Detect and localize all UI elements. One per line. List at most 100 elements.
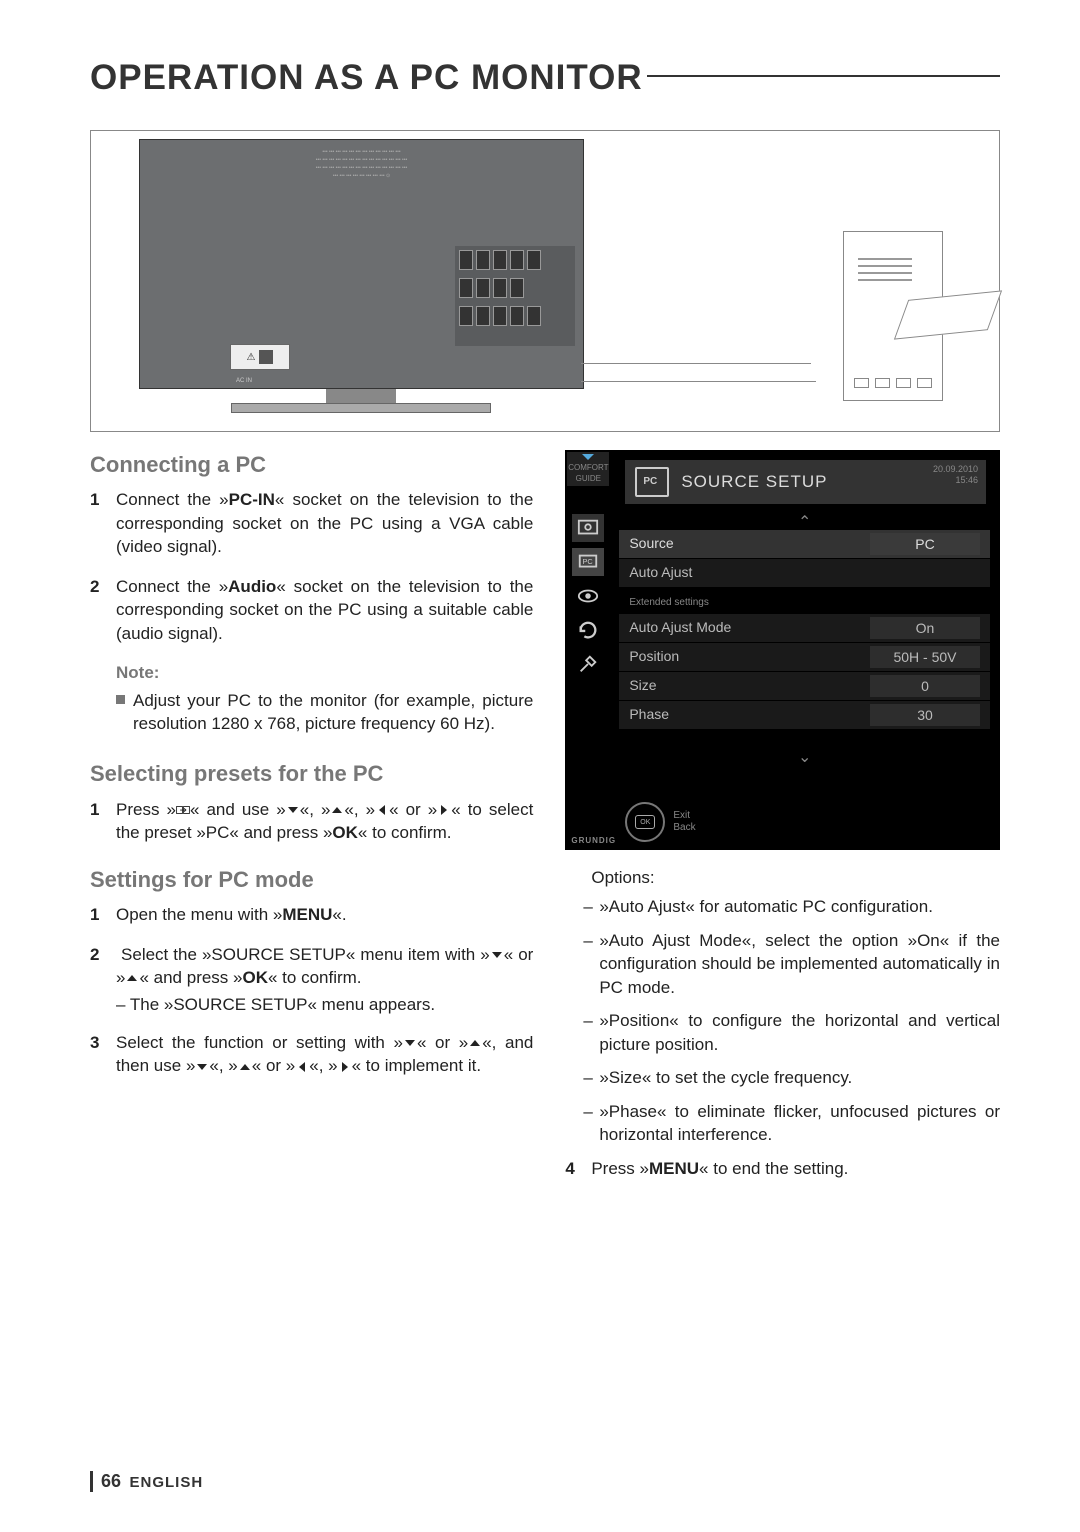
osd-label: Phase <box>629 705 870 724</box>
ac-in-panel: ⚠ <box>230 344 290 370</box>
page-title-row: OPERATION AS A PC MONITOR <box>90 58 1000 98</box>
osd-value: 0 <box>870 675 980 697</box>
text: « and use » <box>190 800 286 819</box>
step-number: 1 <box>90 488 116 558</box>
osd-menu-body: ⌃ Source PC Auto Ajust Extended settings… <box>619 512 990 765</box>
heading-settings: Settings for PC mode <box>90 865 533 895</box>
text: Adjust your PC to the monitor (for examp… <box>133 689 533 736</box>
connecting-step-1: 1 Connect the »PC-IN« socket on the tele… <box>90 488 533 558</box>
text: »Phase« to eliminate flicker, unfocused … <box>599 1100 1000 1147</box>
osd-side-icons: PC <box>569 508 607 684</box>
text: Select the function or setting with » <box>116 1033 403 1052</box>
tv-stand-neck <box>326 389 396 403</box>
osd-screenshot: COMFORT GUIDE SOURCE SETUP 20.09.2010 15… <box>565 450 1000 850</box>
osd-icon-eye <box>572 582 604 610</box>
down-arrow-icon <box>403 1037 417 1049</box>
page-language: ENGLISH <box>129 1474 203 1491</box>
down-arrow-icon <box>490 949 504 961</box>
osd-date: 20.09.2010 <box>933 464 978 474</box>
right-arrow-icon <box>338 1061 352 1073</box>
text: »Auto Ajust« for automatic PC configurat… <box>599 895 933 918</box>
text-bold: OK <box>242 968 268 987</box>
osd-label: Size <box>629 676 870 695</box>
step-number: 1 <box>90 798 116 845</box>
osd-icon-tools <box>572 650 604 678</box>
osd-datetime: 20.09.2010 15:46 <box>933 464 978 486</box>
osd-icon-refresh <box>572 616 604 644</box>
text: «, » <box>209 1056 237 1075</box>
text-bold: PC-IN <box>229 490 275 509</box>
step-number: 2 <box>90 943 116 990</box>
text: Select the »SOURCE SETUP« menu item with… <box>121 945 490 964</box>
chevron-down-icon: ⌄ <box>619 747 990 765</box>
settings-step-2-sub: – The »SOURCE SETUP« menu appears. <box>116 993 533 1016</box>
osd-title-row: SOURCE SETUP 20.09.2010 15:46 <box>625 460 986 504</box>
osd-row-position: Position 50H - 50V <box>619 643 990 671</box>
ok-label: OK <box>635 815 655 829</box>
step-number: 2 <box>90 575 116 645</box>
text: Press » <box>116 800 176 819</box>
tv-spec-text: ••• ••• ••• ••• ••• ••• ••• ••• ••• ••• … <box>140 140 583 180</box>
up-arrow-icon <box>330 804 344 816</box>
text-bold: Audio <box>228 577 276 596</box>
cable-line <box>581 363 811 364</box>
settings-step-3: 3 Select the function or setting with » «… <box>90 1031 533 1078</box>
osd-value: On <box>870 617 980 639</box>
osd-time: 15:46 <box>955 475 978 485</box>
tv-back-illustration: ••• ••• ••• ••• ••• ••• ••• ••• ••• ••• … <box>139 139 584 389</box>
settings-step-4: 4 Press »MENU« to end the setting. <box>565 1157 1000 1180</box>
page-number: 66 <box>101 1471 121 1491</box>
presets-step-1: 1 Press »« and use »«, »«, »« or »« to s… <box>90 798 533 845</box>
title-rule <box>647 75 1000 77</box>
ac-socket-icon <box>259 350 273 364</box>
options-heading: Options: <box>591 866 1000 889</box>
text-bold: MENU <box>282 905 332 924</box>
up-arrow-icon <box>468 1037 482 1049</box>
osd-value: 50H - 50V <box>870 646 980 668</box>
text: « or » <box>417 1033 468 1052</box>
tv-stand-base <box>231 403 491 413</box>
text: Press » <box>591 1159 649 1178</box>
warning-triangle-icon: ⚠ <box>247 352 256 363</box>
osd-row-size: Size 0 <box>619 672 990 700</box>
osd-row-source: Source PC <box>619 530 990 558</box>
svg-text:PC: PC <box>583 557 594 566</box>
osd-row-autoajust: Auto Ajust <box>619 559 990 587</box>
connection-diagram: ••• ••• ••• ••• ••• ••• ••• ••• ••• ••• … <box>90 130 1000 432</box>
source-button-icon <box>176 804 190 816</box>
text: « and press » <box>139 968 242 987</box>
step-number: 4 <box>565 1157 591 1180</box>
ac-in-label: AC IN <box>236 378 252 384</box>
osd-title: SOURCE SETUP <box>681 470 827 493</box>
text: « or » <box>252 1056 295 1075</box>
up-arrow-icon <box>238 1061 252 1073</box>
osd-label: Auto Ajust Mode <box>629 618 870 637</box>
option-item: –»Auto Ajust« for automatic PC configura… <box>565 895 1000 918</box>
note-heading: Note: <box>116 661 533 684</box>
chevron-up-icon: ⌃ <box>619 512 990 530</box>
text: Connect the » <box>116 490 229 509</box>
text: Back <box>673 822 695 833</box>
osd-row-phase: Phase 30 <box>619 701 990 729</box>
osd-icon-source <box>572 514 604 542</box>
ok-button-icon: OK <box>625 802 665 842</box>
settings-step-1: 1 Open the menu with »MENU«. <box>90 903 533 926</box>
left-arrow-icon <box>375 804 389 816</box>
left-arrow-icon <box>295 1061 309 1073</box>
square-bullet-icon <box>116 695 125 704</box>
osd-icon-pc: PC <box>572 548 604 576</box>
osd-row-aam: Auto Ajust Mode On <box>619 614 990 642</box>
right-arrow-icon <box>437 804 451 816</box>
tv-ports-panel <box>455 246 575 346</box>
step-number: 3 <box>90 1031 116 1078</box>
text: »Size« to set the cycle frequency. <box>599 1066 852 1089</box>
page-footer: 66 ENGLISH <box>90 1471 203 1492</box>
text: « to confirm. <box>358 823 452 842</box>
up-arrow-icon <box>125 972 139 984</box>
text: «, » <box>300 800 331 819</box>
text-bold: MENU <box>649 1159 699 1178</box>
right-column: COMFORT GUIDE SOURCE SETUP 20.09.2010 15… <box>565 450 1000 1196</box>
text: «, » <box>344 800 375 819</box>
settings-step-2: 2 Select the »SOURCE SETUP« menu item wi… <box>90 943 533 990</box>
option-item: –»Position« to configure the horizontal … <box>565 1009 1000 1056</box>
